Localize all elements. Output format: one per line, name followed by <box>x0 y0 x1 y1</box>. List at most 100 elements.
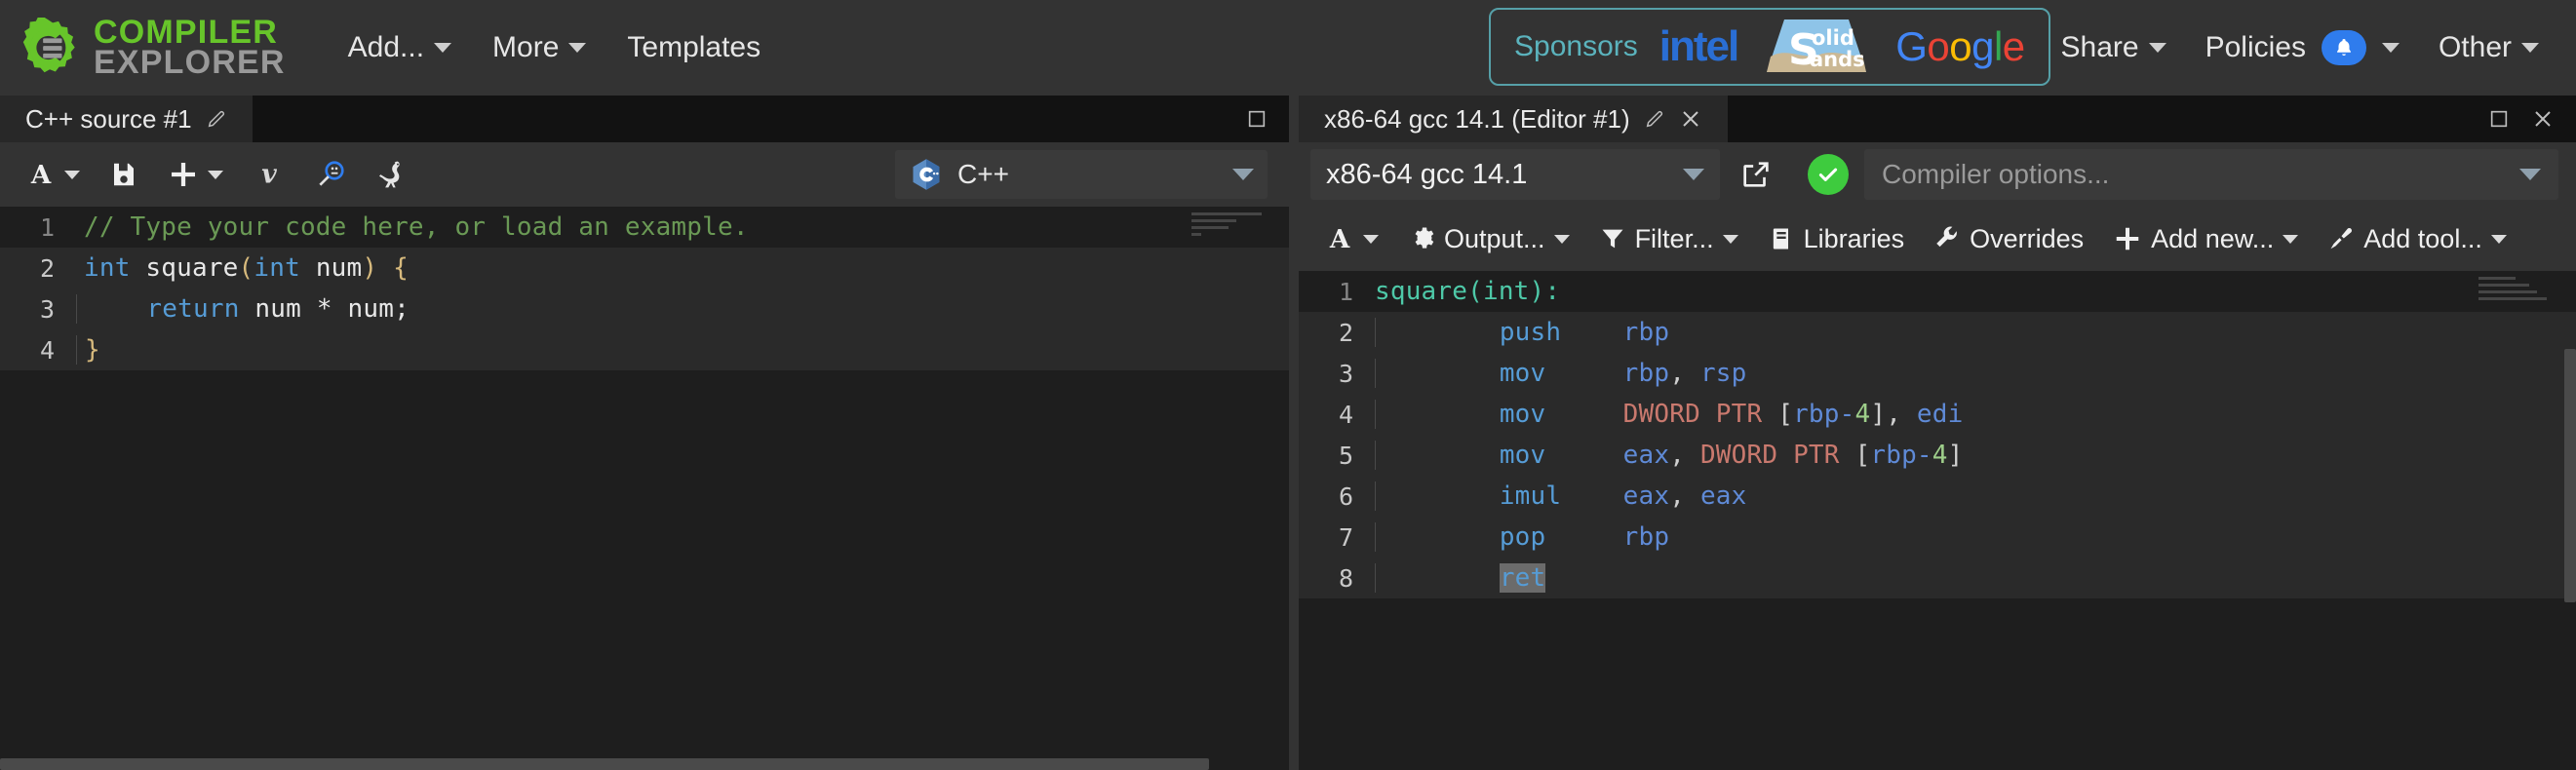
filter-button[interactable]: Filter... <box>1586 217 1751 261</box>
intel-logo[interactable]: intel <box>1659 25 1739 68</box>
assembly-vertical-scrollbar[interactable] <box>2564 271 2576 770</box>
add-tool-button[interactable]: Add tool... <box>2315 217 2519 261</box>
pencil-icon[interactable] <box>206 108 227 130</box>
compiler-options-input[interactable] <box>1864 149 2502 200</box>
language-select[interactable]: C++ <box>895 150 1268 199</box>
add-new-button-label: Add new... <box>2151 223 2275 253</box>
code-line[interactable]: 1 // Type your code here, or load an exam… <box>0 207 1289 248</box>
code-token: 4 <box>1932 441 1948 470</box>
save-button[interactable] <box>97 153 151 196</box>
compiler-pane: x86-64 gcc 14.1 (Editor #1) x86-64 gcc 1… <box>1299 96 2576 770</box>
libraries-button[interactable]: Libraries <box>1755 217 1918 261</box>
nav-item-more[interactable]: More <box>475 21 604 74</box>
code-line[interactable]: 4 mov DWORD PTR [rbp-4], edi <box>1299 394 2576 435</box>
code-token: rbp- <box>1870 441 1932 470</box>
code-line-text: mov rbp, rsp <box>1375 359 1747 388</box>
google-logo[interactable]: Google <box>1895 23 2025 69</box>
cpp-insights-button[interactable] <box>302 152 359 197</box>
tab-cpp-source-1[interactable]: C++ source #1 <box>0 96 253 142</box>
font-size-button[interactable]: A <box>14 153 93 196</box>
nav-item-add[interactable]: Add... <box>331 21 469 74</box>
code-line[interactable]: 2 int square(int num) { <box>0 248 1289 289</box>
editor-minimap[interactable] <box>1191 212 1264 246</box>
main-nav: Add... More Templates <box>331 21 778 74</box>
maximize-icon[interactable] <box>1246 108 1268 130</box>
close-icon[interactable] <box>1679 107 1702 131</box>
brand-logo-link[interactable]: COMPILER EXPLORER <box>18 16 286 81</box>
chevron-down-icon <box>434 43 452 53</box>
assembly-minimap[interactable] <box>2478 277 2551 310</box>
code-line[interactable]: 7 pop rbp <box>1299 517 2576 558</box>
code-token: num <box>299 253 363 283</box>
editor-vertical-scrollbar[interactable] <box>1277 207 1289 770</box>
compiler-options-dropdown[interactable] <box>2502 149 2558 200</box>
nav-item-policies[interactable]: Policies <box>2188 20 2417 75</box>
overrides-button[interactable]: Overrides <box>1921 217 2096 261</box>
code-line[interactable]: 4} <box>0 329 1289 370</box>
compiler-select[interactable]: x86-64 gcc 14.1 <box>1310 149 1720 200</box>
libraries-button-label: Libraries <box>1803 223 1905 253</box>
brand-line-explorer: EXPLORER <box>94 44 286 81</box>
add-button[interactable] <box>155 152 236 197</box>
code-line[interactable]: 2 push rbp <box>1299 312 2576 353</box>
vim-mode-button[interactable]: v <box>240 153 298 196</box>
nav-item-other[interactable]: Other <box>2421 21 2556 74</box>
line-number: 3 <box>1338 359 1353 388</box>
code-token: return <box>146 294 240 324</box>
google-letter-1: o <box>1927 23 1950 69</box>
maximize-icon[interactable] <box>2488 108 2510 130</box>
svg-text:v: v <box>261 160 277 189</box>
book-icon <box>1773 228 1788 250</box>
compiler-select-value: x86-64 gcc 14.1 <box>1326 158 1528 190</box>
editor-horizontal-scrollbar[interactable] <box>0 758 1289 770</box>
chevron-down-icon <box>208 170 223 179</box>
nav-item-add-label: Add... <box>347 31 425 63</box>
language-select-value: C++ <box>957 159 1009 189</box>
nav-item-other-label: Other <box>2438 31 2512 63</box>
popout-button[interactable] <box>1720 158 1792 191</box>
add-new-button[interactable]: Add new... <box>2100 217 2311 261</box>
editor-window-controls <box>1246 96 1289 142</box>
sponsors-banner[interactable]: Sponsors intel S olid ands Google <box>1489 8 2050 86</box>
assembly-output-editor[interactable]: 1 square(int): 2 push rbp 3 mov rbp, rsp 4 m… <box>1299 271 2576 770</box>
gear-icon <box>1415 227 1434 249</box>
code-line-text: // Type your code here, or load an examp… <box>76 212 749 242</box>
notification-badge[interactable] <box>2321 30 2366 65</box>
font-size-button[interactable]: A <box>1312 217 1391 260</box>
close-icon[interactable] <box>2531 107 2555 131</box>
svg-text:olid: olid <box>1812 26 1854 50</box>
nav-item-policies-label: Policies <box>2205 31 2306 63</box>
chevron-down-icon <box>2521 43 2539 53</box>
output-button[interactable]: Output... <box>1395 217 1582 261</box>
editor-toolbar: A v C++ <box>0 142 1289 207</box>
nav-item-templates[interactable]: Templates <box>609 21 778 74</box>
nav-item-share-label: Share <box>2060 31 2139 63</box>
compiler-tabbar: x86-64 gcc 14.1 (Editor #1) <box>1299 96 2576 142</box>
code-line[interactable]: 5 mov eax, DWORD PTR [rbp-4] <box>1299 435 2576 476</box>
code-line[interactable]: 3 return num * num; <box>0 289 1289 329</box>
code-line[interactable]: 6 imul eax, eax <box>1299 476 2576 517</box>
pencil-icon[interactable] <box>1644 108 1665 130</box>
quick-bench-button[interactable] <box>363 152 419 197</box>
line-number: 4 <box>1338 400 1353 429</box>
svg-text:A: A <box>30 160 52 189</box>
line-number: 3 <box>39 294 55 324</box>
nav-item-share[interactable]: Share <box>2044 21 2184 74</box>
code-line-text: int square(int num) { <box>76 253 409 283</box>
pane-splitter[interactable] <box>1289 96 1299 770</box>
line-number: 7 <box>1338 522 1353 552</box>
code-line[interactable]: 8 ret <box>1299 558 2576 598</box>
tab-compiler-gcc[interactable]: x86-64 gcc 14.1 (Editor #1) <box>1299 96 1728 142</box>
code-line[interactable]: 3 mov rbp, rsp <box>1299 353 2576 394</box>
solid-sands-logo[interactable]: S olid ands <box>1759 18 1874 76</box>
code-token: mov <box>1499 359 1546 388</box>
code-line[interactable]: 1 square(int): <box>1299 271 2576 312</box>
google-letter-3: g <box>1971 23 1994 69</box>
google-letter-2: o <box>1949 23 1972 69</box>
source-code-editor[interactable]: 1 // Type your code here, or load an exam… <box>0 207 1289 770</box>
